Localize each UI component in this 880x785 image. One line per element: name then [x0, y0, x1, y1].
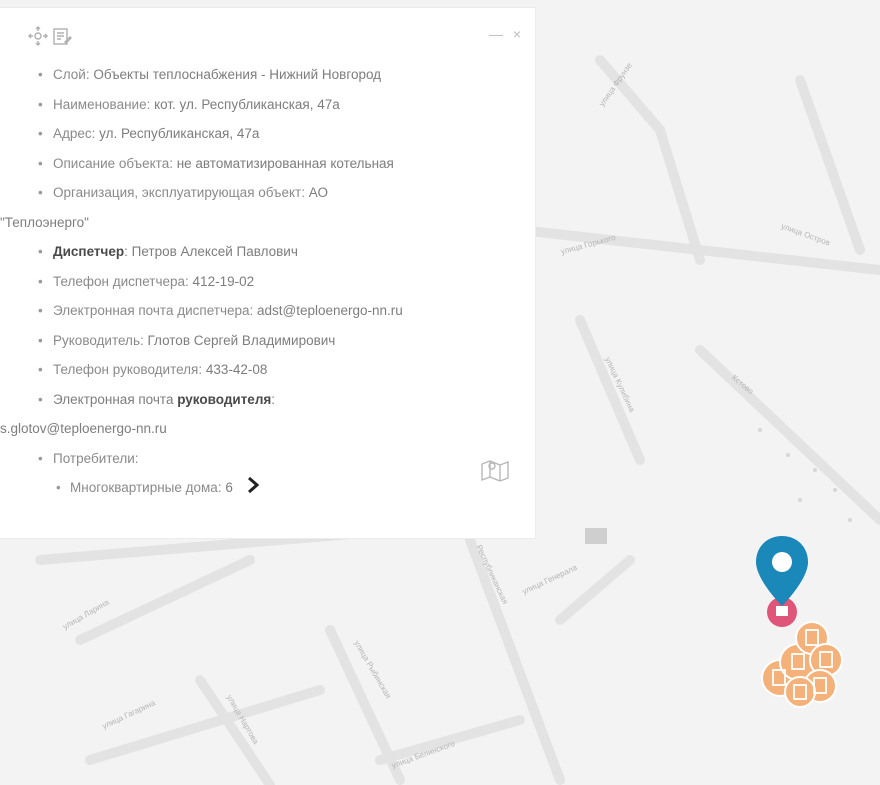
- edit-document-icon[interactable]: [52, 26, 72, 46]
- dispatcher-email-value: adst@teploenergo-nn.ru: [253, 303, 403, 318]
- move-icon[interactable]: [28, 26, 48, 46]
- description-label: Описание объекта:: [53, 155, 173, 171]
- list-item: • Слой: Объекты теплоснабжения - Нижний Н…: [38, 67, 382, 82]
- manager-phone-value: 433-42-08: [202, 362, 268, 377]
- manager-label: Руководитель:: [53, 332, 144, 348]
- name-value: кот. ул. Республиканская, 47а: [150, 96, 340, 112]
- minimize-button[interactable]: —: [489, 26, 503, 42]
- organization-value: АО: [304, 185, 328, 200]
- list-item: • Электронная почта руководителя:: [38, 391, 276, 407]
- list-item: • Телефон диспетчера: 412-19-02: [38, 273, 255, 289]
- list-item-continuation: s.glotov@teploenergo-nn.ru: [0, 414, 530, 444]
- dispatcher-phone-value: 412-19-02: [188, 273, 255, 289]
- popup-toolbar: [28, 26, 72, 46]
- address-value: ул. Республиканская, 47а: [95, 126, 260, 141]
- popup-window-controls: — ×: [489, 26, 521, 42]
- apartment-buildings-label: Многоквартирные дома:: [70, 480, 222, 495]
- list-item: • Электронная почта диспетчера: adst@tepl…: [38, 303, 403, 318]
- layer-label: Слой:: [53, 67, 90, 82]
- dispatcher-phone-label: Телефон диспетчера:: [53, 273, 189, 289]
- list-item: • Адрес: ул. Республиканская, 47а: [38, 126, 260, 141]
- list-item-continuation: "Теплоэнерго": [0, 208, 530, 238]
- description-value: не автоматизированная котельная: [172, 155, 394, 171]
- manager-email-value: s.glotov@teploenergo-nn.ru: [0, 421, 167, 436]
- manager-email-label-suffix: :: [271, 391, 276, 407]
- organization-label: Организация, эксплуатирующая объект:: [53, 185, 305, 200]
- apartment-buildings-value: 6: [221, 480, 233, 495]
- manager-value: Глотов Сергей Владимирович: [143, 332, 336, 348]
- consumers-label: Потребители:: [53, 450, 139, 466]
- dispatcher-value: : Петров Алексей Павлович: [124, 244, 298, 259]
- manager-email-label: Электронная почта: [53, 391, 178, 407]
- building-icon: [585, 528, 607, 544]
- manager-phone-label: Телефон руководителя:: [53, 362, 203, 377]
- list-item: • Описание объекта: не автоматизированная…: [38, 155, 394, 171]
- manager-email-label-bold: руководителя: [177, 391, 272, 407]
- list-item: • Руководитель: Глотов Сергей Владимирови…: [38, 332, 336, 348]
- dispatcher-email-label: Электронная почта диспетчера:: [53, 303, 254, 318]
- buildings-cluster-icon[interactable]: [750, 600, 850, 715]
- list-item: • Организация, эксплуатирующая объект: АО: [38, 185, 328, 200]
- address-label: Адрес:: [53, 126, 96, 141]
- list-item: • Диспетчер: Петров Алексей Павлович: [38, 244, 298, 259]
- chevron-right-icon[interactable]: [247, 474, 259, 504]
- feature-info-popup: — × • Слой: Объекты теплоснабжения - Нижн…: [0, 8, 535, 538]
- list-item: • Наименование: кот. ул. Республиканская,…: [38, 96, 340, 112]
- list-item-apartment-buildings[interactable]: • Многоквартирные дома: 6: [0, 473, 530, 503]
- list-item: • Потребители:: [38, 450, 139, 466]
- map-route-icon[interactable]: [480, 456, 510, 487]
- organization-value-cont: "Теплоэнерго": [0, 214, 89, 230]
- list-item: • Телефон руководителя: 433-42-08: [38, 362, 268, 377]
- name-label: Наименование:: [53, 96, 151, 112]
- dispatcher-label: Диспетчер: [53, 244, 125, 259]
- layer-value: Объекты теплоснабжения - Нижний Новгород: [89, 67, 382, 82]
- attribute-list: • Слой: Объекты теплоснабжения - Нижний Н…: [0, 60, 530, 503]
- close-button[interactable]: ×: [513, 26, 521, 42]
